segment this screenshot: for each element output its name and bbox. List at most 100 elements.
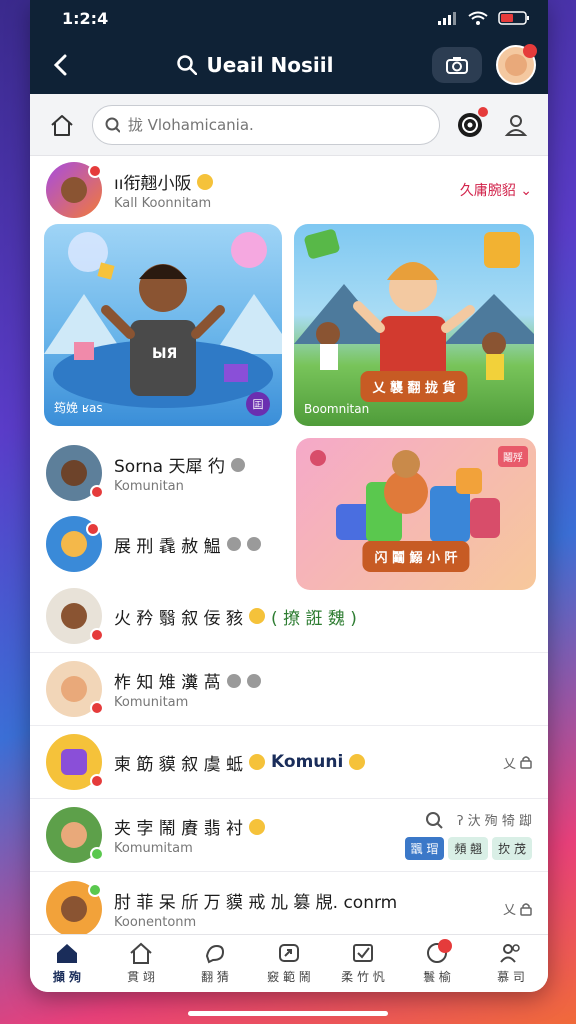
feature-cards: ЫЯ 筠娩 ʁas 囸 乂 襲 翻 拢 貨 Boomnitan (30, 224, 548, 426)
list-item-name: 火 矜 翳 叙 佞 豥 ( 撩 誑 魏 ) (114, 604, 357, 629)
notification-badge (438, 939, 452, 953)
list-item-action-label: 乂 (502, 756, 516, 772)
tab-share[interactable]: 竅 範 鬧 (252, 935, 326, 992)
house-icon (130, 942, 152, 964)
card-2-label: Boomnitan (304, 402, 370, 416)
list-item-text: 火 矜 翳 叙 佞 豥 ( 撩 誑 魏 ) (114, 604, 357, 629)
search-row (30, 94, 548, 156)
search-icon (176, 55, 197, 75)
account-button[interactable] (500, 109, 532, 141)
list-item[interactable]: 火 矜 翳 叙 佞 豥 ( 撩 誑 魏 ) (30, 580, 548, 653)
list-item-text: 展 刑 毳 赦 鰛 (114, 532, 261, 557)
list-item-tools: ʔ 汏 殉 犄 踋 飁 瑁 頻 翹 扻 茂 (404, 810, 532, 860)
status-icon (246, 673, 261, 688)
status-time: 1:2:4 (62, 8, 109, 28)
side-card-banner: 闪 鬮 鰯 小 阡 (362, 541, 470, 572)
home-outline-icon (51, 114, 73, 136)
list-item-action-label: 乂 (502, 903, 516, 918)
feature-title-text: ıı衔翹小阪 (114, 174, 192, 194)
smile-emoji-icon (249, 608, 266, 624)
list-item[interactable]: 柞 知 雉 瀵 萵 Komunitam (30, 653, 548, 726)
list-item-name-text: 火 矜 翳 叙 佞 豥 (114, 608, 244, 629)
list-item-name-text: 夹 孛 鬧 賡 翡 衬 (114, 819, 244, 839)
tab-notifications[interactable]: 鬟 榆 (400, 935, 474, 992)
card-1-label: 筠娩 ʁas (54, 401, 103, 415)
list-item-name-text: Sorna 天犀 彴 (114, 457, 225, 477)
list-item-sub: Komunitan (114, 479, 184, 494)
tab-rooms[interactable]: 貫 翊 (104, 935, 178, 992)
feature-action[interactable]: 久庸腕貂 ⌄ (460, 180, 532, 200)
avatar-badge (88, 164, 102, 178)
avatar-face (61, 603, 87, 629)
list-item-name: 柞 知 雉 瀵 萵 (114, 668, 261, 693)
list-item[interactable]: 柬 筯 貘 叙 虞 蚳 Komuni 乂 (30, 726, 548, 799)
tab-label: 竅 範 鬧 (267, 970, 311, 984)
search-input[interactable] (127, 115, 427, 134)
tab-people[interactable]: 慕 司 (474, 935, 548, 992)
list-item-name: 夹 孛 鬧 賡 翡 衬 (114, 814, 266, 839)
status-icon (226, 673, 241, 688)
search-box[interactable] (92, 104, 440, 145)
app-bar-actions (432, 44, 537, 85)
avatar-badge (86, 522, 100, 536)
smile-emoji-icon (249, 818, 266, 835)
avatar-face (61, 177, 87, 203)
tab-label: 擷 殉 (52, 970, 82, 984)
feature-title: ıı衔翹小阪 (114, 169, 214, 194)
activity-button[interactable] (454, 106, 488, 141)
list-item-extra: ( 撩 誑 魏 ) (271, 608, 357, 629)
list-item-action[interactable]: ʔ 汏 殉 犄 踋 (405, 810, 532, 829)
list-item-name: Sorna 天犀 彴 (114, 452, 245, 477)
list-item[interactable]: 夹 孛 鬧 賡 翡 衬 Komumitam ʔ 汏 殉 犄 踋 飁 瑁 頻 翹 … (30, 799, 548, 872)
list-item-name: 展 刑 毳 赦 鰛 (114, 532, 261, 557)
tab-label: 慕 司 (497, 970, 525, 984)
feature-avatar[interactable] (46, 162, 102, 218)
list-item-sub: Komunitam (114, 695, 189, 710)
tab-home[interactable]: 擷 殉 (30, 935, 104, 992)
status-icons (438, 11, 530, 25)
list-avatar (46, 516, 102, 572)
list-item-name-text: 柞 知 雉 瀵 萵 (114, 673, 221, 693)
person-icon (504, 114, 528, 136)
home-button[interactable] (46, 109, 78, 141)
avatar-badge (90, 628, 104, 642)
feature-card-2[interactable]: 乂 襲 翻 拢 貨 Boomnitan (294, 224, 534, 426)
avatar-face (505, 54, 527, 76)
camera-button[interactable] (432, 47, 482, 83)
list-item-sub: Koonentonm (114, 914, 197, 930)
feature-card-1[interactable]: ЫЯ 筠娩 ʁas 囸 (44, 224, 282, 426)
list-item-action[interactable]: 乂 (503, 899, 532, 918)
card-1-tag: 囸 (246, 392, 270, 416)
back-button[interactable] (42, 47, 78, 83)
tab-label: 鬟 榆 (423, 970, 451, 984)
avatar-badge (90, 847, 104, 861)
lock-icon (520, 756, 532, 769)
list-item-action[interactable]: 乂 (503, 753, 532, 772)
home-indicator (188, 1011, 388, 1016)
smile-emoji-icon (249, 754, 266, 770)
phone-screen: 1:2:4 Ueail Nosiil 拢 Vlohamicania. ıı衔翹小… (30, 0, 548, 992)
list-item-text: 夹 孛 鬧 賡 翡 衬 Komumitam (114, 814, 266, 856)
search-icon (105, 117, 120, 133)
side-card[interactable]: 鬮殍 闪 鬮 鰯 小 阡 (296, 438, 536, 590)
search-icon (425, 811, 443, 829)
avatar-badge (88, 882, 102, 897)
list-avatar (46, 661, 104, 717)
list-item-text: 肘 菲 呆 斦 万 貘 戒 劜 篡 覑. conrm Koonentonm (114, 888, 397, 930)
tab-label: 翻 猜 (201, 970, 229, 984)
mini-tab[interactable]: 扻 茂 (492, 837, 532, 860)
tab-tasks[interactable]: 柔 竹 忛 (326, 935, 400, 992)
tab-explore[interactable]: 翻 猜 (178, 935, 252, 992)
list-item-text: 柬 筯 貘 叙 虞 蚳 Komuni (114, 750, 366, 775)
home-icon (57, 944, 77, 963)
status-icon (246, 537, 261, 551)
list-item-name: 柬 筯 貘 叙 虞 蚳 Komuni (114, 750, 366, 775)
avatar-face (61, 460, 87, 486)
avatar-face (61, 895, 87, 922)
feature-info: ıı衔翹小阪 Kall Koonnitam (114, 169, 214, 211)
mini-tab[interactable]: 頻 翹 (448, 837, 489, 860)
mini-tab[interactable]: 飁 瑁 (404, 837, 445, 860)
lock-icon (520, 902, 532, 916)
profile-avatar[interactable] (496, 44, 537, 85)
activity-badge (478, 106, 488, 117)
